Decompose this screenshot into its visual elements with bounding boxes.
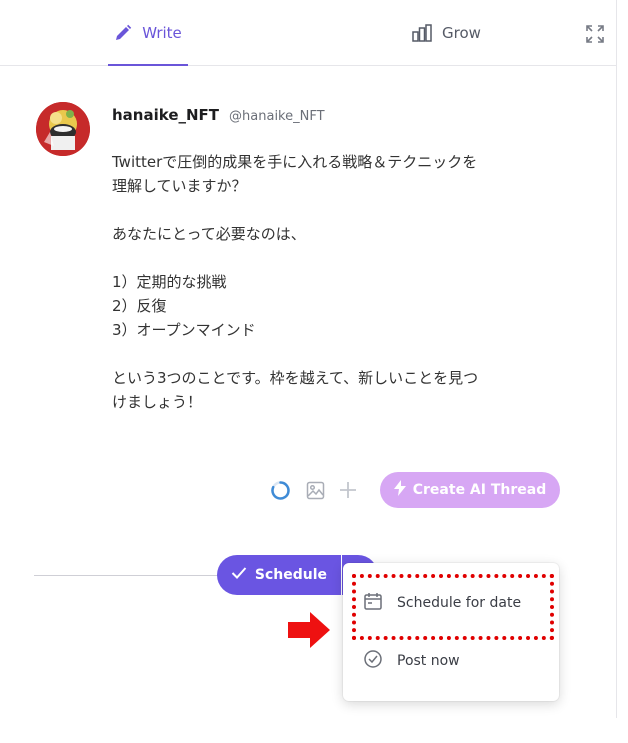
check-icon	[231, 566, 247, 584]
create-ai-thread-label: Create AI Thread	[412, 482, 547, 498]
plus-icon[interactable]	[338, 480, 358, 500]
panel-border	[616, 0, 617, 718]
menu-item-label: Post now	[397, 653, 460, 669]
display-name: hanaike_NFT	[112, 106, 220, 124]
post-text[interactable]: Twitterで圧倒的成果を手に入れる戦略＆テクニックを 理解していますか？ あ…	[112, 150, 582, 438]
character-count-ring-icon	[270, 480, 291, 501]
schedule-dropdown-menu: Schedule for date Post now	[343, 563, 559, 701]
post-paragraph: という3つのことです。枠を越えて、新しいことを見つ けましょう！	[112, 369, 479, 411]
expand-icon[interactable]	[586, 25, 604, 43]
tab-write-label: Write	[142, 24, 182, 42]
user-handle: @hanaike_NFT	[229, 109, 325, 124]
post-paragraph: 1）定期的な挑戦 2）反復 3）オープンマインド	[112, 273, 256, 339]
create-ai-thread-button[interactable]: Create AI Thread	[380, 472, 560, 508]
avatar	[36, 102, 90, 156]
bar-chart-icon	[412, 24, 432, 42]
post-paragraph: Twitterで圧倒的成果を手に入れる戦略＆テクニックを 理解していますか？	[112, 153, 478, 195]
tab-bar: Write Grow	[0, 0, 616, 66]
app-window: Write Grow hanaike_NFT @hanaike_NFT Twit…	[0, 0, 628, 743]
calendar-icon	[363, 591, 383, 615]
tab-grow[interactable]: Grow	[412, 18, 502, 66]
menu-item-post-now[interactable]: Post now	[343, 639, 559, 683]
pencil-icon	[114, 24, 132, 42]
schedule-label: Schedule	[254, 567, 328, 583]
menu-item-schedule-for-date[interactable]: Schedule for date	[343, 581, 559, 625]
red-arrow-icon	[288, 612, 330, 648]
post-paragraph: あなたにとって必要なのは、	[112, 225, 306, 243]
image-icon[interactable]	[306, 481, 325, 500]
schedule-button[interactable]: Schedule	[217, 555, 341, 595]
menu-item-label: Schedule for date	[397, 595, 522, 611]
lightning-icon	[393, 480, 406, 500]
divider	[34, 575, 224, 576]
check-circle-icon	[363, 649, 383, 673]
post-header: hanaike_NFT @hanaike_NFT	[112, 106, 325, 124]
tab-write[interactable]: Write	[108, 18, 188, 66]
tab-grow-label: Grow	[442, 24, 481, 42]
